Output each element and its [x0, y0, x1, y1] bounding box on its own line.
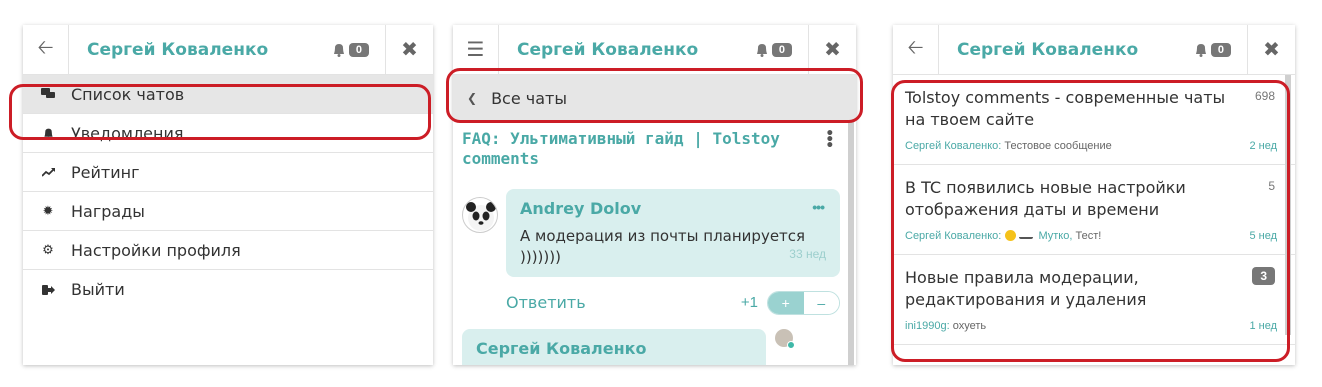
chat-item-last-message: Сергей Коваленко: Мутко, Тест! [905, 230, 1101, 242]
chat-panel: ☰ Сергей Коваленко 0 ✖ ❮ Все чаты FAQ: У… [453, 25, 856, 365]
profile-menu-panel: 🡠 Сергей Коваленко 0 ✖ Список чатов Увед… [23, 25, 433, 365]
arrow-left-icon: 🡠 [37, 36, 54, 59]
vote-score: +1 [740, 294, 758, 311]
gear-icon: ⚙ [42, 242, 54, 258]
user-name[interactable]: Сергей Коваленко [499, 40, 754, 60]
last-author: Сергей Коваленко: [905, 230, 1002, 242]
message-bubble: Сергей Коваленко [462, 329, 766, 365]
scrollbar[interactable] [1285, 75, 1291, 335]
user-name[interactable]: Сергей Коваленко [939, 40, 1193, 60]
menu-item-notifications[interactable]: Уведомления [23, 114, 433, 153]
chat-item-time: 2 нед [1249, 140, 1277, 152]
all-chats-back-button[interactable]: ❮ Все чаты [453, 75, 856, 121]
message-text: А модерация из почты планируется ))))))) [520, 227, 806, 266]
last-author: ini1990g: [905, 320, 950, 332]
chat-item-last-message: Сергей Коваленко: Тестовое сообщение [905, 140, 1112, 152]
notifications-button[interactable]: 0 [1193, 42, 1231, 58]
close-button[interactable]: ✖ [808, 25, 856, 75]
emoji-icon [1005, 230, 1017, 241]
scrollbar[interactable] [848, 121, 854, 365]
notification-count-badge: 0 [1210, 42, 1231, 57]
last-text: охуеть [952, 320, 987, 332]
message-actions: Ответить +1 + – [506, 291, 840, 317]
shoe-icon [1019, 231, 1034, 239]
more-icon[interactable]: ••• [812, 199, 825, 215]
message-time: 33 нед [789, 247, 826, 261]
hamburger-icon: ☰ [466, 39, 485, 61]
chat-item-last-message: ini1990g: охуеть [905, 320, 986, 332]
close-icon: ✖ [1263, 39, 1280, 61]
mention: Мутко, [1038, 230, 1073, 242]
notification-count-badge: 0 [771, 42, 792, 57]
award-icon: ✹ [42, 203, 54, 219]
reply-button[interactable]: Ответить [506, 293, 586, 312]
panel-header: 🡠 Сергей Коваленко 0 ✖ [893, 25, 1295, 75]
arrow-left-icon: 🡠 [907, 36, 924, 59]
chevron-left-icon: ❮ [467, 91, 478, 105]
menu-item-label: Список чатов [71, 84, 185, 104]
chat-list-item[interactable]: Tolstoy comments - современные чаты на т… [893, 75, 1295, 165]
notifications-button[interactable]: 0 [331, 42, 369, 58]
message: Andrey Dolov ••• А модерация из почты пл… [453, 189, 856, 281]
menu-item-label: Настройки профиля [71, 240, 241, 260]
chat-item-title: В TC появились новые настройки отображен… [905, 178, 1186, 219]
menu-item-label: Уведомления [71, 123, 184, 143]
chat-title-text: FAQ: Ультимативный гайд | Tolstoy commen… [462, 129, 780, 168]
last-text: Тестовое сообщение [1004, 140, 1112, 152]
chat-item-count: 5 [1268, 179, 1275, 193]
notification-count-badge: 0 [348, 42, 369, 57]
bell-icon [333, 43, 344, 57]
menu-item-label: Награды [71, 201, 145, 221]
vote-controls: + – [767, 291, 840, 315]
last-text: Тест! [1075, 230, 1102, 242]
menu-item-label: Рейтинг [71, 162, 140, 182]
bell-icon [1195, 43, 1206, 57]
menu-item-profile-settings[interactable]: ⚙ Настройки профиля [23, 231, 433, 270]
close-button[interactable]: ✖ [385, 25, 433, 75]
panel-header: ☰ Сергей Коваленко 0 ✖ [453, 25, 856, 75]
chat-item-title: Tolstoy comments - современные чаты на т… [905, 88, 1226, 129]
chat-item-time: 1 нед [1249, 320, 1277, 332]
message-author[interactable]: Сергей Коваленко [476, 339, 752, 358]
chat-item-count: 698 [1254, 89, 1275, 103]
menu-item-label: Выйти [71, 280, 125, 299]
logout-icon [41, 283, 55, 297]
message-author[interactable]: Andrey Dolov [520, 199, 826, 218]
trend-icon [41, 165, 55, 179]
back-label: Все чаты [491, 88, 567, 108]
menu-item-awards[interactable]: ✹ Награды [23, 192, 433, 231]
upvote-button[interactable]: + [768, 292, 804, 314]
chats-icon [41, 87, 55, 101]
chat-title: FAQ: Ультимативный гайд | Tolstoy commen… [453, 121, 856, 169]
panel-header: 🡠 Сергей Коваленко 0 ✖ [23, 25, 433, 75]
kebab-menu-icon[interactable]: • • • [826, 127, 834, 153]
online-status-dot [787, 341, 795, 349]
chat-item-title: Новые правила модерации, редактирования … [905, 268, 1147, 309]
downvote-button[interactable]: – [803, 292, 839, 314]
menu-item-rating[interactable]: Рейтинг [23, 153, 433, 192]
menu-item-chat-list[interactable]: Список чатов [23, 75, 433, 114]
close-icon: ✖ [401, 39, 418, 61]
close-button[interactable]: ✖ [1247, 25, 1295, 75]
avatar[interactable] [775, 329, 795, 349]
last-author: Сергей Коваленко: [905, 140, 1002, 152]
user-name[interactable]: Сергей Коваленко [69, 40, 331, 60]
back-button[interactable]: 🡠 [893, 25, 939, 75]
chat-list-item[interactable]: Новые правила модерации, редактирования … [893, 255, 1295, 345]
chat-list-item[interactable]: В TC появились новые настройки отображен… [893, 165, 1295, 255]
avatar[interactable] [462, 197, 498, 233]
message-bubble: Andrey Dolov ••• А модерация из почты пл… [506, 189, 840, 277]
unread-count-badge: 3 [1252, 267, 1275, 285]
chat-item-time: 5 нед [1249, 230, 1277, 242]
notifications-button[interactable]: 0 [754, 42, 792, 58]
chat-list-panel: 🡠 Сергей Коваленко 0 ✖ Tolstoy comments … [893, 25, 1295, 365]
bell-icon [41, 126, 55, 140]
menu-button[interactable]: ☰ [453, 25, 499, 75]
close-icon: ✖ [824, 39, 841, 61]
bell-icon [756, 43, 767, 57]
back-button[interactable]: 🡠 [23, 25, 69, 75]
menu-item-logout[interactable]: Выйти [23, 270, 433, 309]
